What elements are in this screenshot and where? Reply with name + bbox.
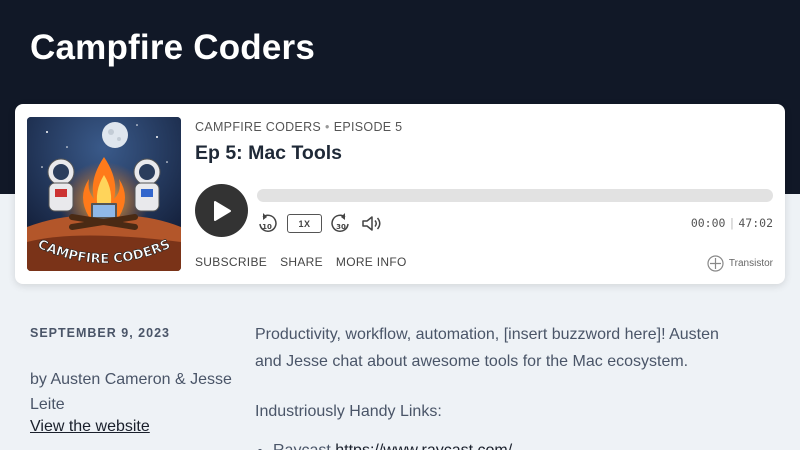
forward-30-icon[interactable]: 30 bbox=[331, 212, 351, 234]
rewind-10-icon[interactable]: 10 bbox=[257, 212, 277, 234]
meta-separator: • bbox=[325, 120, 330, 134]
link-name: Raycast bbox=[273, 442, 331, 450]
raycast-link[interactable]: https://www.raycast.com/ bbox=[335, 442, 512, 450]
site-title: Campfire Coders bbox=[30, 28, 316, 67]
view-website-link[interactable]: View the website bbox=[30, 418, 240, 436]
more-info-button[interactable]: MORE INFO bbox=[336, 255, 407, 269]
links-heading: Industriously Handy Links: bbox=[255, 403, 442, 420]
episode-title: Ep 5: Mac Tools bbox=[195, 142, 342, 164]
episode-sidebar: SEPTEMBER 9, 2023 by Austen Cameron & Je… bbox=[30, 326, 240, 436]
play-icon bbox=[213, 200, 231, 221]
podcast-player: CAMPFIRE CODERS CAMPFIRE CODERS • EPISODE … bbox=[15, 104, 785, 284]
subscribe-button[interactable]: SUBSCRIBE bbox=[195, 255, 267, 269]
list-item: Raycast https://www.raycast.com/ bbox=[273, 437, 735, 450]
byline: by Austen Cameron & Jesse Leite bbox=[30, 371, 232, 413]
time-separator: | bbox=[728, 216, 736, 230]
play-button[interactable] bbox=[195, 184, 248, 237]
forward-seconds: 30 bbox=[336, 223, 346, 231]
time-display: 00:00 | 47:02 bbox=[691, 216, 773, 230]
episode-artwork: CAMPFIRE CODERS bbox=[27, 117, 181, 271]
speed-button[interactable]: 1X bbox=[287, 214, 322, 233]
rewind-seconds: 10 bbox=[262, 223, 272, 231]
player-actions: SUBSCRIBE SHARE MORE INFO bbox=[195, 255, 420, 269]
episode-meta: CAMPFIRE CODERS • EPISODE 5 bbox=[195, 120, 402, 134]
description-text: Productivity, workflow, automation, [ins… bbox=[255, 326, 719, 370]
show-name: CAMPFIRE CODERS bbox=[195, 120, 322, 134]
episode-number: EPISODE 5 bbox=[333, 120, 403, 134]
episode-description: Productivity, workflow, automation, [ins… bbox=[255, 321, 735, 450]
share-button[interactable]: SHARE bbox=[280, 255, 323, 269]
duration: 47:02 bbox=[738, 216, 773, 230]
transistor-brand[interactable]: Transistor bbox=[707, 255, 773, 272]
volume-icon[interactable] bbox=[361, 214, 383, 233]
brand-label: Transistor bbox=[728, 258, 773, 269]
current-time: 00:00 bbox=[690, 216, 726, 230]
progress-bar[interactable] bbox=[257, 189, 773, 202]
transistor-logo-icon bbox=[707, 255, 724, 272]
episode-date: SEPTEMBER 9, 2023 bbox=[30, 326, 170, 340]
link-list: Raycast https://www.raycast.com/ bbox=[255, 437, 735, 450]
campfire-artwork-image: CAMPFIRE CODERS bbox=[27, 117, 181, 271]
